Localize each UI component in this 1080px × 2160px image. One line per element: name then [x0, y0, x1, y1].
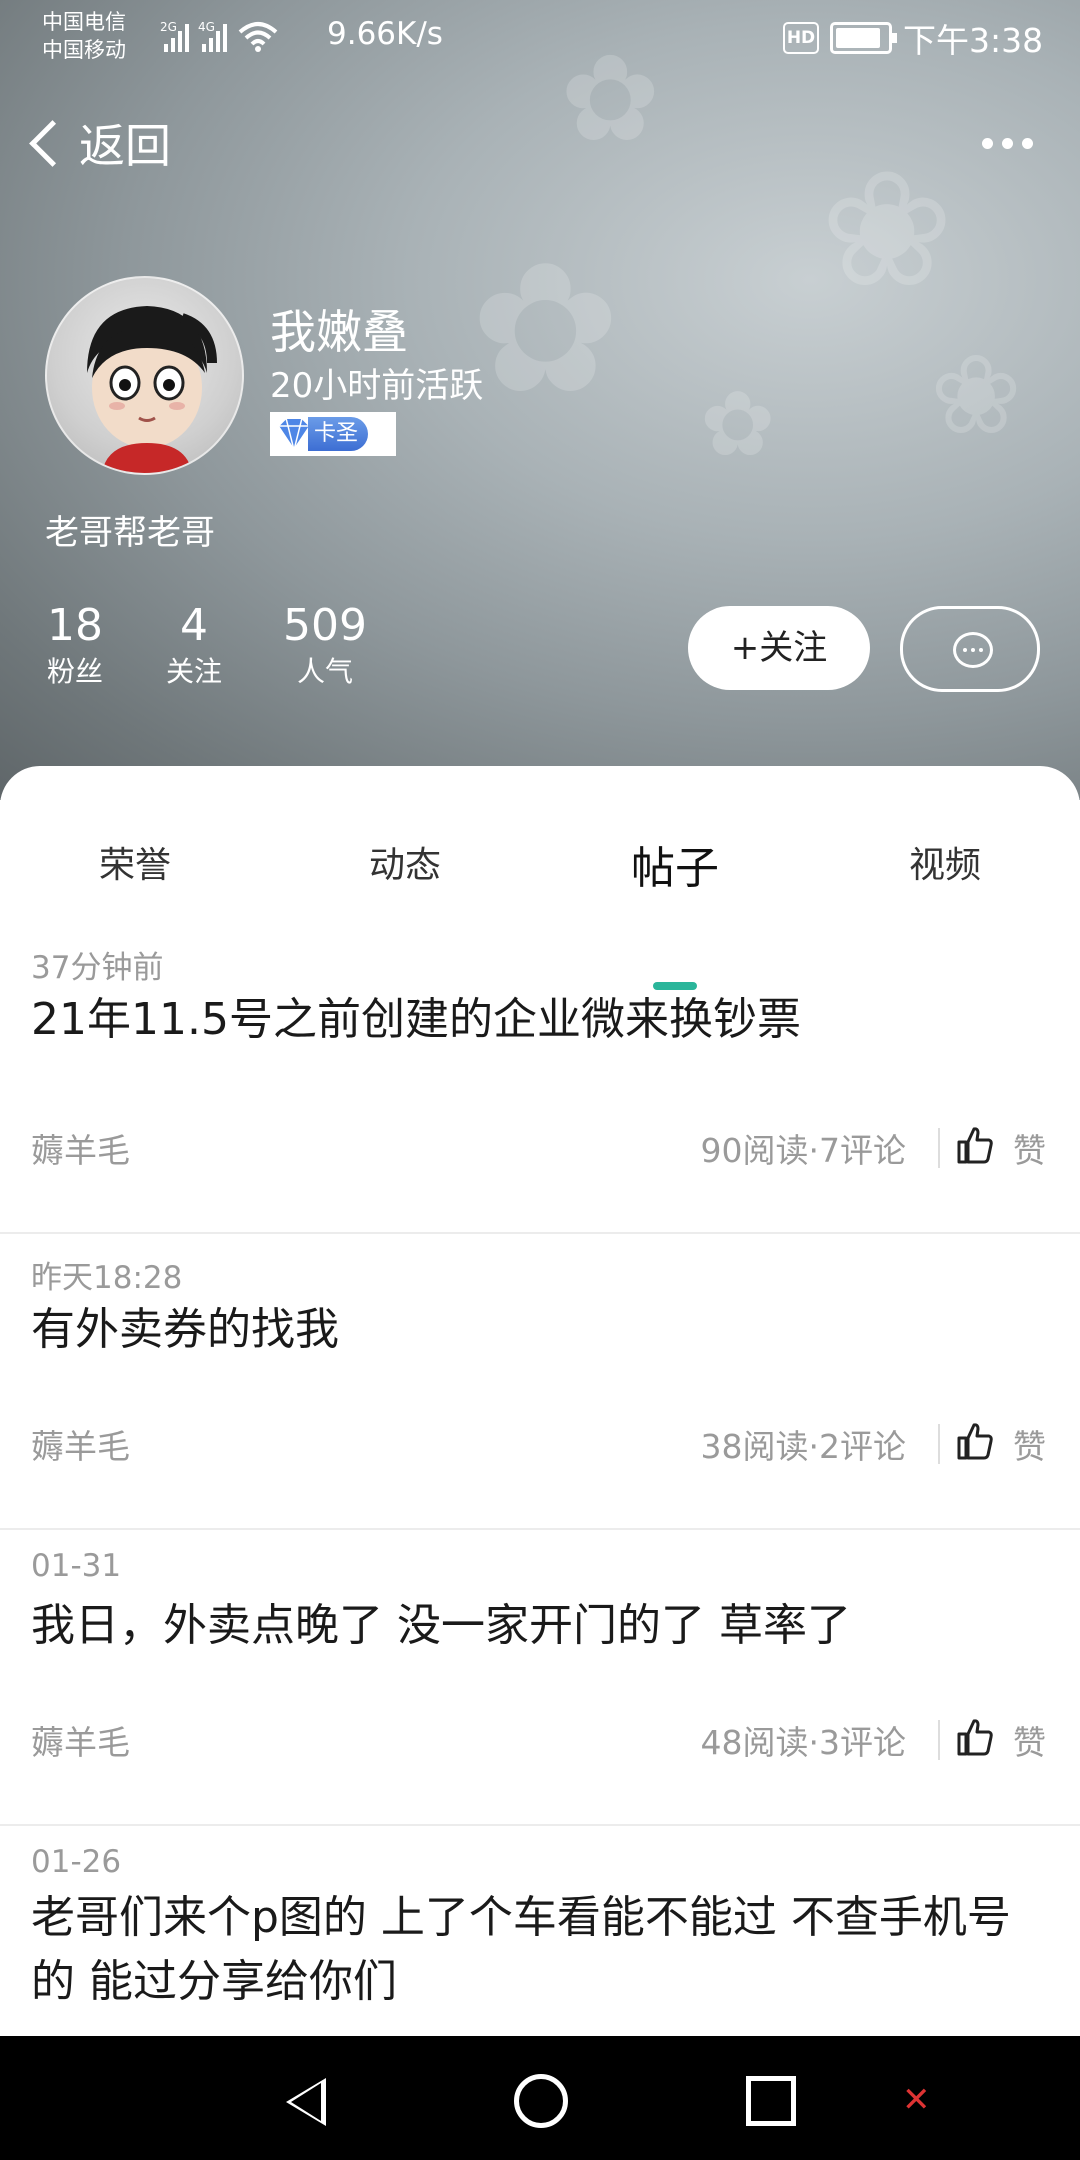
stat-value: 509 — [283, 600, 367, 651]
watermark-logo: ✕ — [902, 2080, 931, 2120]
signal-wifi-icons: 2G 4G — [160, 20, 278, 52]
flower-decoration: ❀ — [930, 331, 1023, 459]
stat-label: 人气 — [296, 655, 353, 688]
like-label[interactable]: 赞 — [1013, 1124, 1046, 1172]
stat-popularity[interactable]: 509 人气 — [283, 600, 367, 692]
stat-fans[interactable]: 18 粉丝 — [45, 600, 105, 692]
carrier-1: 中国电信 — [42, 10, 126, 34]
level-label: 卡圣 — [308, 417, 369, 451]
like-label[interactable]: 赞 — [1013, 1420, 1046, 1468]
back-button[interactable]: 返回 — [28, 110, 171, 176]
username: 我嫩叠 — [270, 305, 408, 359]
signature: 老哥帮老哥 — [45, 513, 215, 553]
post-time: 01-31 — [31, 1548, 122, 1584]
post-time: 01-26 — [31, 1844, 122, 1880]
tab-bar: 荣誉 动态 帖子 视频 — [0, 836, 1080, 990]
post-category[interactable]: 薅羊毛 — [31, 1124, 130, 1172]
thumbs-up-icon[interactable] — [956, 1718, 994, 1756]
system-nav-bar: ✕ — [0, 2036, 1080, 2160]
stat-value: 18 — [47, 600, 103, 651]
post-item[interactable]: 01-31 我日，外卖点晚了 没一家开门的了 草率了 薅羊毛 48阅读·3评论 … — [0, 1528, 1080, 1826]
post-title: 21年11.5号之前创建的企业微来换钞票 — [31, 994, 801, 1045]
stat-label: 粉丝 — [46, 655, 103, 688]
battery-icon — [830, 22, 897, 54]
level-badge[interactable]: 卡圣 — [270, 412, 396, 456]
post-item[interactable]: 01-26 老哥们来个p图的 上了个车看能不能过 不查手机号的 能过分享给你们 — [0, 1824, 1080, 2036]
tab-posts[interactable]: 帖子 — [575, 832, 775, 896]
post-time: 昨天18:28 — [31, 1260, 183, 1296]
carrier-labels: 中国电信 中国移动 — [42, 8, 126, 64]
stat-value: 4 — [180, 600, 208, 651]
carrier-2: 中国移动 — [42, 38, 126, 62]
thumbs-up-icon[interactable] — [956, 1126, 994, 1164]
post-item[interactable]: 37分钟前 21年11.5号之前创建的企业微来换钞票 薅羊毛 90阅读·7评论 … — [0, 936, 1080, 1234]
post-item[interactable]: 昨天18:28 有外卖券的找我 薅羊毛 38阅读·2评论 赞 — [0, 1232, 1080, 1530]
back-chevron-icon — [29, 119, 76, 167]
tab-activity[interactable]: 动态 — [305, 836, 505, 888]
tab-videos[interactable]: 视频 — [845, 836, 1045, 888]
divider — [938, 1720, 940, 1760]
stat-label: 关注 — [165, 655, 222, 688]
svg-text:2G: 2G — [160, 20, 177, 34]
post-category[interactable]: 薅羊毛 — [31, 1420, 130, 1468]
avatar[interactable] — [45, 276, 244, 475]
status-bar: 中国电信 中国移动 2G 4G 9.66K/s HD 下午3:38 — [0, 0, 1080, 75]
content-card: 荣誉 动态 帖子 视频 37分钟前 21年11.5号之前创建的企业微来换钞票 薅… — [0, 766, 1080, 2036]
svg-text:4G: 4G — [198, 20, 215, 34]
post-title: 老哥们来个p图的 上了个车看能不能过 不查手机号的 能过分享给你们 — [31, 1892, 1011, 2007]
post-time: 37分钟前 — [31, 950, 164, 986]
back-label: 返回 — [79, 119, 171, 173]
nav-back-icon[interactable] — [286, 2078, 326, 2126]
flower-decoration: ✿ — [470, 225, 621, 434]
stat-following[interactable]: 4 关注 — [164, 600, 224, 692]
divider — [938, 1424, 940, 1464]
message-bubble-icon — [953, 632, 993, 668]
post-stats: 48阅读·3评论 — [700, 1723, 906, 1762]
last-active: 20小时前活跃 — [270, 366, 484, 406]
hd-icon: HD — [783, 22, 819, 54]
tab-honor[interactable]: 荣誉 — [35, 836, 235, 888]
post-category[interactable]: 薅羊毛 — [31, 1716, 130, 1764]
follow-button[interactable]: +关注 — [688, 606, 870, 690]
thumbs-up-icon[interactable] — [956, 1422, 994, 1460]
post-stats: 38阅读·2评论 — [700, 1427, 906, 1466]
more-dots-icon[interactable] — [982, 138, 1033, 149]
network-speed: 9.66K/s — [327, 16, 443, 52]
nav-home-icon[interactable] — [514, 2074, 568, 2128]
post-title: 我日，外卖点晚了 没一家开门的了 草率了 — [31, 1600, 851, 1651]
flower-decoration: ❀ — [820, 136, 955, 323]
status-time: 下午3:38 — [903, 21, 1044, 60]
post-title: 有外卖券的找我 — [31, 1304, 339, 1355]
flower-decoration: ✿ — [700, 372, 776, 477]
divider — [938, 1128, 940, 1168]
like-label[interactable]: 赞 — [1013, 1716, 1046, 1764]
post-stats: 90阅读·7评论 — [700, 1131, 906, 1170]
nav-recent-icon[interactable] — [746, 2076, 796, 2126]
message-button[interactable] — [900, 606, 1040, 692]
